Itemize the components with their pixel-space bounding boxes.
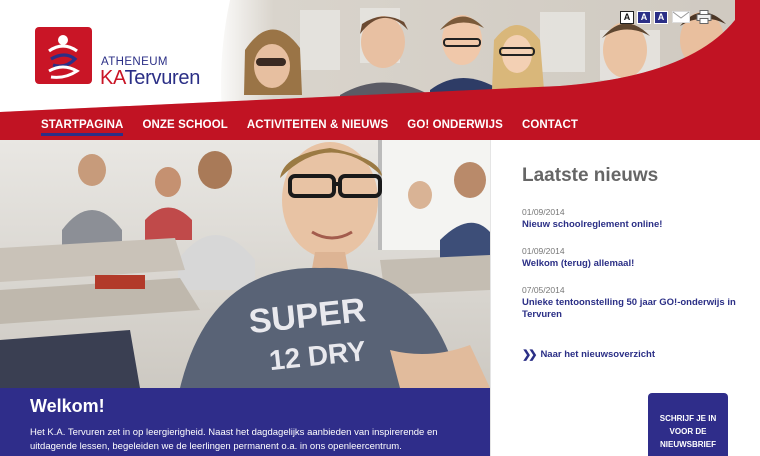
news-link[interactable]: Unieke tentoonstelling 50 jaar GO!-onder…: [522, 297, 737, 321]
nav-item-startpagina[interactable]: STARTPAGINA: [41, 114, 124, 136]
news-date: 01/09/2014: [522, 207, 565, 217]
main-navigation: STARTPAGINA ONZE SCHOOL ACTIVITEITEN & N…: [0, 114, 760, 140]
welcome-title: Welkom!: [30, 396, 105, 416]
font-size-medium-icon[interactable]: A: [637, 10, 651, 24]
news-overview-link[interactable]: ❯❯ Naar het nieuwsoverzicht: [522, 348, 655, 361]
font-size-small-icon[interactable]: A: [620, 10, 634, 24]
news-link[interactable]: Nieuw schoolreglement online!: [522, 219, 737, 231]
news-title: Laatste nieuws: [522, 165, 659, 186]
welcome-panel: Welkom! Het K.A. Tervuren zet in op leer…: [0, 388, 490, 456]
site-logo[interactable]: ATHENEUM KATervuren: [35, 27, 215, 89]
logo-text-ka: KA: [100, 67, 125, 89]
nav-item-contact[interactable]: CONTACT: [522, 114, 578, 131]
news-sidebar: Laatste nieuws 01/09/2014 Nieuw schoolre…: [490, 140, 760, 456]
nav-item-onze-school[interactable]: ONZE SCHOOL: [142, 114, 227, 131]
nav-item-go-onderwijs[interactable]: GO! ONDERWIJS: [407, 114, 503, 131]
news-item[interactable]: 01/09/2014 Welkom (terug) allemaal!: [522, 246, 737, 270]
newsletter-line1: SCHRIJF JE IN: [659, 414, 717, 423]
news-item[interactable]: 07/05/2014 Unieke tentoonstelling 50 jaa…: [522, 285, 737, 321]
news-date: 07/05/2014: [522, 285, 565, 295]
welcome-text: Het K.A. Tervuren zet in op leergierighe…: [30, 427, 438, 452]
logo-emblem-icon: [35, 27, 92, 84]
mail-icon[interactable]: [671, 10, 691, 24]
logo-text-tervuren: Tervuren: [124, 67, 201, 89]
newsletter-signup-button[interactable]: SCHRIJF JE IN VOOR DE NIEUWSBRIEF: [648, 393, 728, 456]
utility-toolbar: A A A: [620, 10, 714, 24]
news-overview-label: Naar het nieuwsoverzicht: [540, 349, 655, 360]
news-item[interactable]: 01/09/2014 Nieuw schoolreglement online!: [522, 207, 737, 231]
hero-classroom-illustration: SUPER 12 DRY: [0, 140, 490, 388]
nav-item-activiteiten-nieuws[interactable]: ACTIVITEITEN & NIEUWS: [247, 114, 388, 131]
site-header: ATHENEUM KATervuren A A A STARTPAGINA ON…: [0, 0, 760, 140]
newsletter-line2: VOOR DE: [669, 427, 707, 436]
logo-text-katervuren: KATervuren: [100, 67, 200, 90]
newsletter-line3: NIEUWSBRIEF: [660, 440, 716, 449]
news-date: 01/09/2014: [522, 246, 565, 256]
news-link[interactable]: Welkom (terug) allemaal!: [522, 258, 737, 270]
hero-photo: SUPER 12 DRY: [0, 140, 490, 388]
double-chevron-right-icon: ❯❯: [522, 349, 538, 361]
print-icon[interactable]: [694, 10, 714, 24]
font-size-large-icon[interactable]: A: [654, 10, 668, 24]
